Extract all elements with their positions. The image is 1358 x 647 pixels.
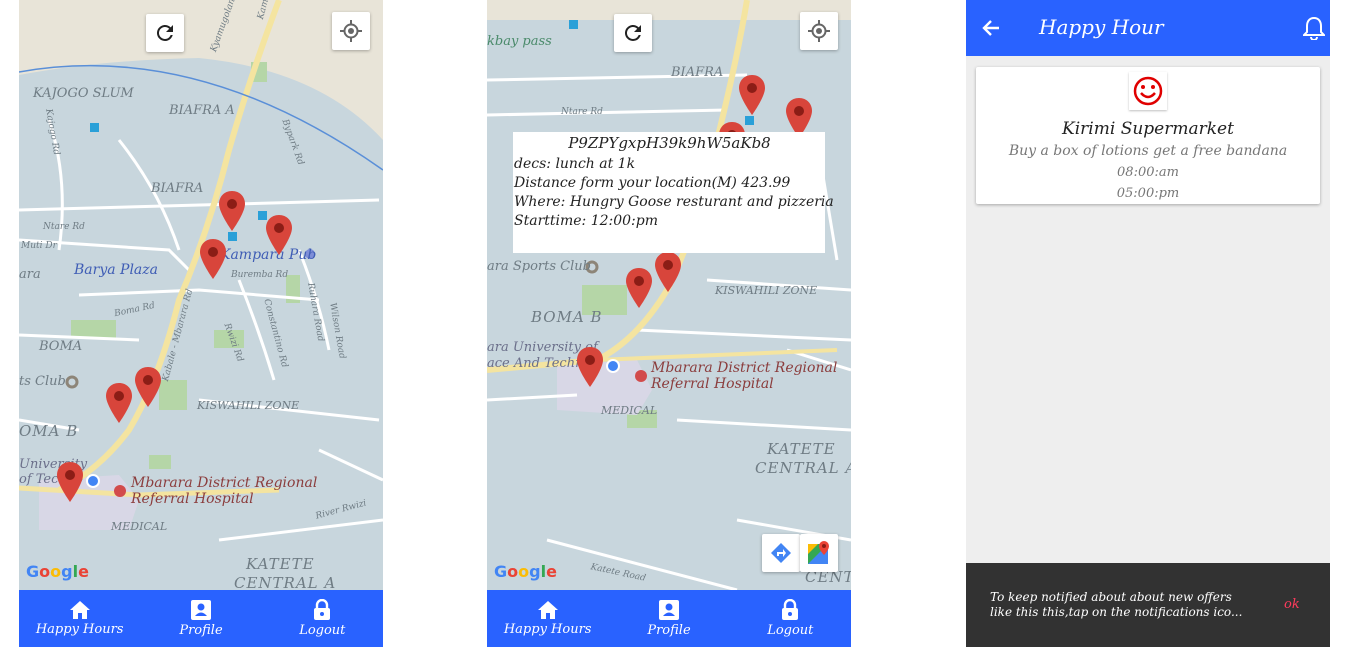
google-logo: Google bbox=[494, 562, 557, 581]
bottom-navigation: Happy Hours Profile Logout bbox=[487, 590, 851, 647]
happy-hour-marker[interactable] bbox=[200, 239, 226, 279]
happy-hour-marker[interactable] bbox=[57, 462, 83, 502]
refresh-button[interactable] bbox=[146, 14, 184, 52]
offer-name: Kirimi Supermarket bbox=[1062, 119, 1234, 139]
map-label: Buremba Rd bbox=[231, 270, 289, 280]
directions-button[interactable] bbox=[762, 534, 800, 572]
happy-hour-marker[interactable] bbox=[266, 215, 292, 255]
map-label: KAJOGO SLUM bbox=[33, 86, 134, 101]
crosshair-icon bbox=[340, 20, 362, 42]
map-label: KISWAHILI ZONE bbox=[197, 399, 300, 412]
profile-icon bbox=[658, 599, 679, 620]
map-label: ace And Techno bbox=[487, 356, 592, 371]
nav-happy-hours[interactable]: Happy Hours bbox=[487, 590, 608, 647]
happy-hour-marker[interactable] bbox=[739, 75, 765, 115]
map-label: CENTRAL A bbox=[234, 574, 337, 590]
nav-profile[interactable]: Profile bbox=[140, 590, 261, 647]
snackbar-ok-button[interactable]: ok bbox=[1284, 597, 1300, 612]
nav-label: Logout bbox=[299, 623, 346, 638]
happy-hour-marker[interactable] bbox=[626, 268, 652, 308]
offer-start-time: 08:00:am bbox=[1117, 165, 1179, 180]
home-icon bbox=[537, 600, 558, 619]
nav-logout[interactable]: Logout bbox=[262, 590, 383, 647]
offer-end-time: 05:00:pm bbox=[1116, 186, 1180, 201]
map-label: CENTRAL A bbox=[755, 459, 851, 477]
map-label: BIAFRA bbox=[671, 65, 724, 80]
map-label: KISWAHILI ZONE bbox=[715, 284, 818, 297]
info-code: P9ZPYgxpH39k9hW5aKb8 bbox=[568, 134, 771, 152]
map-view[interactable]: kbay pass BIAFRA Ntare Rd ara Sports Clu… bbox=[487, 0, 851, 590]
map-label: BOMA B bbox=[531, 308, 603, 326]
smiley-icon bbox=[1129, 72, 1167, 110]
map-label: ara Sports Club bbox=[487, 259, 591, 274]
map-label-hospital[interactable]: Mbarara District Regional bbox=[651, 360, 837, 376]
refresh-icon bbox=[624, 24, 641, 41]
my-location-button[interactable] bbox=[800, 12, 838, 50]
map-view[interactable]: Kampala Rd Kyamugolani Rd KAJOGO SLUM Ka… bbox=[19, 0, 383, 590]
map-screen-1: Kampala Rd Kyamugolani Rd KAJOGO SLUM Ka… bbox=[19, 0, 383, 647]
profile-icon bbox=[190, 599, 211, 620]
refresh-icon bbox=[156, 24, 173, 41]
map-label: Ntare Rd bbox=[561, 107, 603, 117]
marker-info-window[interactable]: P9ZPYgxpH39k9hW5aKb8 decs: lunch at 1k D… bbox=[513, 132, 834, 253]
nav-label: Happy Hours bbox=[503, 621, 592, 637]
happy-hour-marker[interactable] bbox=[219, 191, 245, 231]
map-label-hospital[interactable]: Mbarara District Regional bbox=[131, 475, 317, 491]
bottom-navigation: Happy Hours Profile Logout bbox=[19, 590, 383, 647]
happy-hour-screen: Happy Hour Kirimi Supermarket Buy a box … bbox=[966, 0, 1330, 647]
map-label: Muti Dr bbox=[21, 241, 57, 251]
map-label: BIAFRA bbox=[151, 181, 204, 196]
map-label: MEDICAL bbox=[111, 520, 168, 533]
snackbar: To keep notified about about new offers … bbox=[966, 563, 1330, 647]
home-icon bbox=[69, 600, 90, 619]
nav-label: Logout bbox=[767, 623, 814, 638]
my-location-button[interactable] bbox=[332, 12, 370, 50]
bell-icon[interactable] bbox=[1303, 16, 1325, 40]
snackbar-message: To keep notified about about new offers … bbox=[990, 590, 1243, 619]
nav-label: Profile bbox=[647, 622, 691, 638]
google-logo: Google bbox=[26, 562, 89, 581]
nav-logout[interactable]: Logout bbox=[730, 590, 851, 647]
back-arrow-icon[interactable] bbox=[981, 18, 1001, 38]
info-starttime: Starttime: 12:00:pm bbox=[514, 213, 659, 229]
map-label: KATETE bbox=[767, 440, 836, 458]
map-label: ara bbox=[19, 267, 41, 282]
app-bar: Happy Hour bbox=[966, 0, 1330, 56]
nav-label: Profile bbox=[179, 622, 223, 638]
map-label: BIAFRA A bbox=[169, 103, 235, 118]
open-in-maps-button[interactable] bbox=[800, 534, 838, 572]
map-label: ts Club bbox=[19, 374, 66, 389]
map-label-barya-plaza[interactable]: Barya Plaza bbox=[74, 262, 158, 278]
info-where: Where: Hungry Goose resturant and pizzer… bbox=[514, 194, 834, 210]
map-label-hospital[interactable]: Referral Hospital bbox=[651, 376, 774, 392]
lock-icon bbox=[314, 599, 331, 620]
info-desc: decs: lunch at 1k bbox=[514, 156, 636, 172]
page-title: Happy Hour bbox=[1039, 15, 1164, 39]
info-distance: Distance form your location(M) 423.99 bbox=[514, 175, 791, 191]
map-label: Ntare Rd bbox=[43, 222, 85, 232]
crosshair-icon bbox=[808, 20, 830, 42]
offer-card[interactable]: Kirimi Supermarket Buy a box of lotions … bbox=[976, 67, 1320, 204]
map-label: KATETE bbox=[246, 555, 315, 573]
map-label: BOMA bbox=[39, 339, 83, 354]
map-label-hospital[interactable]: Referral Hospital bbox=[131, 491, 254, 507]
nav-happy-hours[interactable]: Happy Hours bbox=[19, 590, 140, 647]
lock-icon bbox=[782, 599, 799, 620]
happy-hour-marker[interactable] bbox=[577, 347, 603, 387]
map-screen-2: kbay pass BIAFRA Ntare Rd ara Sports Clu… bbox=[487, 0, 851, 647]
nav-label: Happy Hours bbox=[35, 621, 124, 637]
google-maps-icon bbox=[808, 541, 829, 564]
offer-description: Buy a box of lotions get a free bandana bbox=[1008, 143, 1288, 159]
nav-profile[interactable]: Profile bbox=[608, 590, 729, 647]
map-label: OMA B bbox=[19, 422, 79, 440]
map-label: MEDICAL bbox=[601, 404, 658, 417]
happy-hour-marker[interactable] bbox=[655, 252, 681, 292]
directions-icon bbox=[771, 543, 791, 563]
happy-hour-marker[interactable] bbox=[106, 383, 132, 423]
refresh-button[interactable] bbox=[614, 14, 652, 52]
happy-hour-marker[interactable] bbox=[135, 367, 161, 407]
map-label: kbay pass bbox=[487, 34, 552, 49]
